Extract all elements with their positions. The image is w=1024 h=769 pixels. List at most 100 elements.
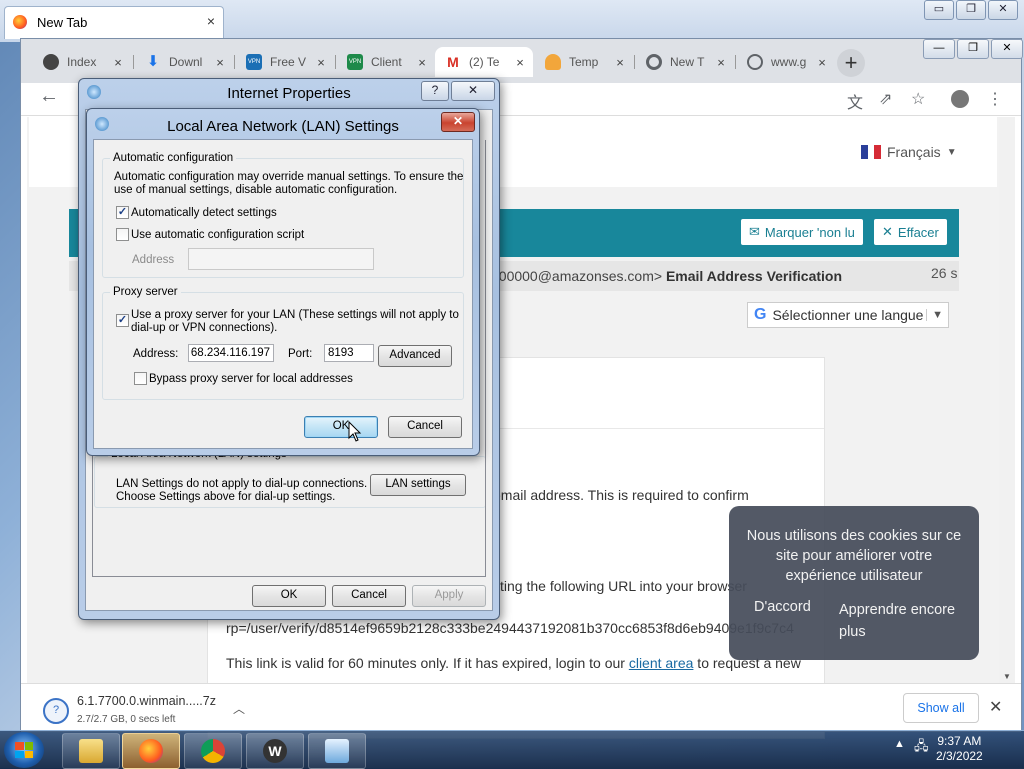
tab-close-icon[interactable]: ×: [513, 55, 527, 70]
chrome-tab[interactable]: New T ×: [636, 47, 734, 77]
advanced-button[interactable]: Advanced: [378, 345, 452, 367]
chrome-tab[interactable]: Temp ×: [535, 47, 633, 77]
translate-icon[interactable]: 文: [847, 89, 863, 113]
auto-config-label: Automatic configuration: [110, 152, 237, 164]
language-label: Français: [887, 144, 941, 160]
tab-close-icon[interactable]: ×: [613, 55, 627, 70]
close-button[interactable]: ✕: [451, 81, 495, 101]
start-button[interactable]: [4, 732, 44, 768]
dialog-title: Local Area Network (LAN) Settings: [167, 118, 399, 135]
auto-script-checkbox[interactable]: [116, 228, 129, 241]
mark-unread-button[interactable]: ✉ Marquer 'non lu: [741, 219, 863, 245]
tab-close-icon[interactable]: ×: [111, 55, 125, 70]
script-address-field[interactable]: [188, 248, 374, 270]
auto-script-label: Use automatic configuration script: [131, 229, 305, 241]
caret-down-icon: ▼: [946, 146, 957, 158]
bookmark-star-icon[interactable]: ☆: [911, 89, 925, 109]
globe-icon: [747, 54, 763, 70]
google-translate-select[interactable]: G Sélectionner une langue ▼: [747, 302, 949, 328]
chevron-up-icon[interactable]: ︿: [233, 700, 245, 717]
bypass-local-checkbox[interactable]: [134, 372, 147, 385]
use-proxy-checkbox[interactable]: ✓: [116, 314, 129, 327]
chrome-maximize-button[interactable]: ❐: [957, 39, 989, 59]
body-text-expiry: This link is valid for 60 minutes only. …: [226, 655, 806, 671]
tab-close-icon[interactable]: ×: [314, 55, 328, 70]
tab-separator: [234, 55, 235, 69]
port-field[interactable]: 8193: [324, 344, 374, 362]
proxy-address-field[interactable]: 68.234.116.197: [188, 344, 274, 362]
ok-button[interactable]: OK: [304, 416, 378, 438]
system-clock[interactable]: 9:37 AM 2/3/2022: [936, 734, 983, 764]
taskbar-firefox[interactable]: [122, 733, 180, 769]
close-button[interactable]: ✕: [441, 112, 475, 132]
scroll-down-icon[interactable]: ▼: [1003, 672, 1011, 681]
auto-detect-label: Automatically detect settings: [131, 207, 277, 219]
tab-label: Client: [371, 55, 402, 69]
firefox-minimize-button[interactable]: ▭: [924, 0, 954, 20]
cancel-button[interactable]: Cancel: [388, 416, 462, 438]
firefox-tab-title: New Tab: [37, 15, 88, 30]
proxy-group-label: Proxy server: [110, 286, 181, 298]
back-arrow-icon[interactable]: ←: [39, 85, 59, 108]
apply-button[interactable]: Apply: [412, 585, 486, 607]
taskbar-chrome[interactable]: [184, 733, 242, 769]
archive-file-icon: ?: [43, 698, 69, 724]
chrome-minimize-button[interactable]: —: [923, 39, 955, 59]
verification-url[interactable]: rp=/user/verify/d8514ef9659b2128c333be24…: [226, 620, 796, 636]
chrome-icon: [646, 54, 662, 70]
vpn-icon: VPN: [246, 54, 262, 70]
tab-separator: [634, 55, 635, 69]
show-all-button[interactable]: Show all: [903, 693, 979, 723]
share-icon[interactable]: ⇗: [879, 89, 892, 109]
chrome-tab[interactable]: www.g ×: [737, 47, 835, 77]
chrome-tab-active[interactable]: M (2) Te ×: [435, 47, 533, 77]
proxy-address-label: Address:: [133, 348, 179, 360]
show-hidden-icons-icon[interactable]: ▲: [894, 738, 905, 750]
firefox-maximize-button[interactable]: ❐: [956, 0, 986, 20]
chrome-tab[interactable]: VPN Free V ×: [236, 47, 334, 77]
clock-date: 2/3/2022: [936, 749, 983, 763]
tab-close-icon[interactable]: ×: [213, 55, 227, 70]
ok-button[interactable]: OK: [252, 585, 326, 607]
temp-mail-icon: [545, 54, 561, 70]
tab-label: Downl: [169, 55, 203, 69]
cookie-learn-more-button[interactable]: Apprendre encore plus: [839, 599, 969, 643]
help-button[interactable]: ?: [421, 81, 449, 101]
taskbar-winrar[interactable]: W: [246, 733, 304, 769]
cancel-button[interactable]: Cancel: [332, 585, 406, 607]
tab-label: (2) Te: [469, 55, 500, 69]
auto-detect-checkbox[interactable]: ✓: [116, 206, 129, 219]
tab-separator: [335, 55, 336, 69]
tab-close-icon[interactable]: ×: [415, 55, 429, 70]
firefox-icon: [13, 15, 27, 29]
network-settings-icon: [325, 739, 349, 763]
new-tab-button[interactable]: +: [837, 49, 865, 77]
firefox-close-button[interactable]: ✕: [988, 0, 1018, 20]
page-scrollbar[interactable]: ▼: [999, 117, 1015, 683]
client-area-link[interactable]: client area: [629, 655, 694, 671]
winrar-icon: W: [263, 739, 287, 763]
firefox-tab-close-button[interactable]: ×: [207, 13, 215, 29]
menu-kebab-icon[interactable]: ⋮: [987, 89, 1003, 109]
network-tray-icon[interactable]: 🖧: [914, 737, 929, 759]
firefox-tab[interactable]: New Tab ×: [4, 6, 224, 39]
language-selector[interactable]: Français ▼: [861, 144, 957, 160]
chrome-tab[interactable]: VPN Client ×: [337, 47, 435, 77]
tab-close-icon[interactable]: ×: [714, 55, 728, 70]
profile-avatar-icon[interactable]: [951, 90, 969, 108]
download-filename[interactable]: 6.1.7700.0.winmain.....7z: [77, 694, 216, 708]
tab-close-icon[interactable]: ×: [815, 55, 829, 70]
delete-button[interactable]: ✕ Effacer: [874, 219, 947, 245]
cookie-banner: Nous utilisons des cookies sur ce site p…: [729, 506, 979, 660]
body-text: email address. This is required to confi…: [493, 487, 749, 503]
chrome-tab[interactable]: Index ×: [33, 47, 131, 77]
cookie-accept-button[interactable]: D'accord: [754, 599, 811, 615]
close-download-bar-icon[interactable]: ✕: [989, 697, 1002, 717]
chrome-close-button[interactable]: ✕: [991, 39, 1023, 59]
download-icon: ⬇: [146, 53, 160, 70]
taskbar-explorer[interactable]: [62, 733, 120, 769]
taskbar-network-settings[interactable]: [308, 733, 366, 769]
use-proxy-label: Use a proxy server for your LAN (These s…: [131, 309, 459, 334]
chrome-tab[interactable]: ⬇ Downl ×: [135, 47, 233, 77]
tab-label: Index: [67, 55, 97, 69]
